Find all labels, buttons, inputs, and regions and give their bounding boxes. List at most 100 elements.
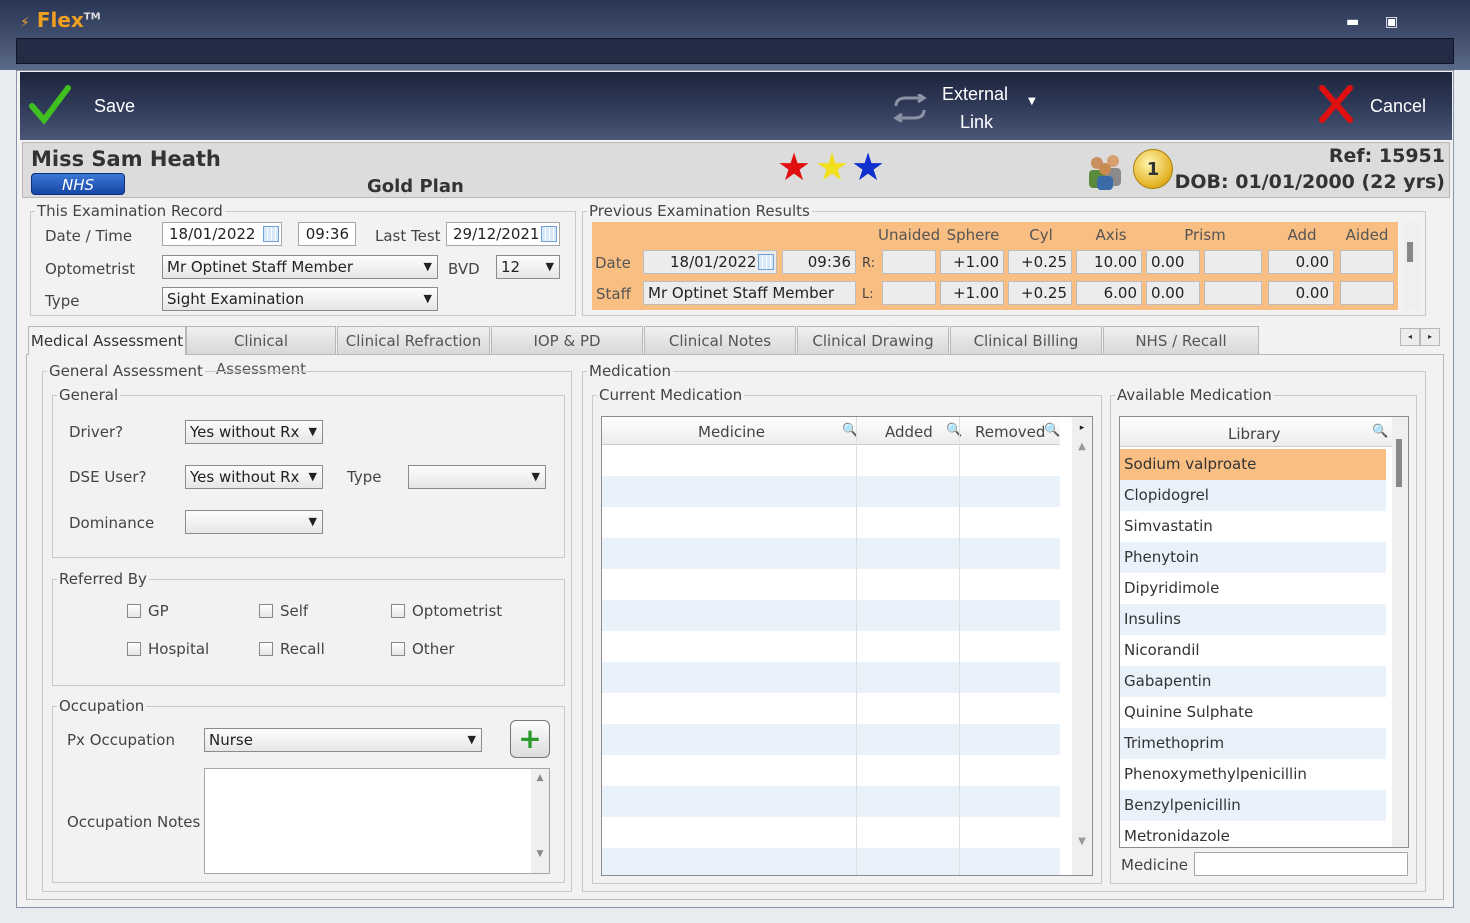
cancel-label: Cancel — [1370, 96, 1427, 116]
column-medicine[interactable]: Medicine — [698, 423, 765, 441]
optometrist-select[interactable]: Mr Optinet Staff Member — [162, 255, 438, 279]
tab-scroll-right-icon[interactable]: ▸ — [1420, 328, 1440, 346]
list-item[interactable]: Clopidogrel — [1120, 480, 1386, 511]
dse-select[interactable]: Yes without Rx — [185, 465, 323, 489]
l-prism: 0.00 — [1146, 281, 1200, 305]
external-link-button[interactable]: External Link ▼ — [890, 82, 1040, 138]
list-item[interactable]: Trimethoprim — [1120, 728, 1386, 759]
tab-clinical-drawing[interactable]: Clinical Drawing — [797, 326, 949, 354]
table-row[interactable] — [602, 507, 1060, 538]
list-item[interactable]: Gabapentin — [1120, 666, 1386, 697]
add-occupation-button[interactable]: + — [510, 720, 550, 758]
self-checkbox[interactable] — [259, 604, 273, 618]
list-item[interactable]: Simvastatin — [1120, 511, 1386, 542]
table-row[interactable] — [602, 693, 1060, 724]
list-item[interactable]: Sodium valproate — [1120, 449, 1386, 480]
maximize-icon[interactable]: ▣ — [1385, 14, 1399, 30]
trademark: TM — [83, 11, 101, 23]
tab-clinical-notes[interactable]: Clinical Notes — [644, 326, 796, 354]
minimize-icon[interactable]: ▬ — [1346, 14, 1360, 30]
header-cyl: Cyl — [1029, 226, 1053, 244]
table-row[interactable] — [602, 817, 1060, 848]
tab-medical-assessment[interactable]: Medical Assessment — [28, 326, 186, 355]
blue-star-icon: ★ — [851, 145, 886, 189]
bvd-select[interactable]: 12 — [496, 255, 560, 279]
exam-date-field[interactable]: 18/01/2022 — [162, 222, 282, 246]
sync-arrows-icon — [893, 94, 927, 122]
notes-scrollbar[interactable]: ▲ ▼ — [531, 769, 549, 873]
table-row[interactable] — [602, 600, 1060, 631]
header-prism: Prism — [1184, 226, 1226, 244]
self-label: Self — [280, 602, 309, 620]
table-row[interactable] — [602, 848, 1060, 875]
calendar-icon[interactable] — [263, 226, 279, 242]
column-removed[interactable]: Removed — [975, 423, 1045, 441]
list-item[interactable]: Dipyridimole — [1120, 573, 1386, 604]
table-row[interactable] — [602, 445, 1060, 476]
table-row[interactable] — [602, 631, 1060, 662]
tab-clinical-refraction[interactable]: Clinical Refraction — [337, 326, 490, 354]
list-item[interactable]: Metronidazole — [1120, 821, 1386, 847]
available-medication-grid[interactable]: Library 🔍 Sodium valproate Clopidogrel Sim… — [1119, 416, 1409, 848]
list-item[interactable]: Phenoxymethylpenicillin — [1120, 759, 1386, 790]
dominance-select[interactable] — [185, 510, 323, 534]
plus-icon: + — [518, 722, 542, 755]
r-axis: 10.00 — [1076, 250, 1142, 274]
exam-time-field[interactable]: 09:36 — [298, 222, 356, 246]
table-row[interactable] — [602, 569, 1060, 600]
hospital-checkbox[interactable] — [127, 642, 141, 656]
list-item[interactable]: Insulins — [1120, 604, 1386, 635]
referred-by-legend: Referred By — [59, 570, 147, 588]
last-test-field[interactable]: 29/12/2021 — [446, 222, 560, 246]
save-button[interactable]: Save — [28, 84, 138, 128]
gp-checkbox[interactable] — [127, 604, 141, 618]
exam-type-select[interactable]: Sight Examination — [162, 287, 438, 311]
table-row[interactable] — [602, 755, 1060, 786]
r-add: 0.00 — [1268, 250, 1334, 274]
other-checkbox[interactable] — [391, 642, 405, 656]
calendar-icon[interactable] — [541, 226, 557, 242]
family-group-icon[interactable] — [1083, 151, 1129, 191]
current-medication-scrollbar[interactable]: ▸ ▲ ▼ — [1072, 417, 1092, 875]
library-search-icon[interactable]: 🔍 — [1372, 424, 1388, 439]
dse-type-select[interactable] — [408, 465, 546, 489]
list-item[interactable]: Quinine Sulphate — [1120, 697, 1386, 728]
table-row[interactable] — [602, 538, 1060, 569]
tab-nhs-recall[interactable]: NHS / Recall — [1103, 326, 1259, 354]
table-row[interactable] — [602, 662, 1060, 693]
column-added[interactable]: Added — [885, 423, 933, 441]
r-sphere: +1.00 — [940, 250, 1004, 274]
removed-search-icon[interactable]: 🔍 — [1044, 423, 1060, 438]
exam-date-value: 18/01/2022 — [169, 225, 256, 243]
prev-time-field: 09:36 — [782, 250, 856, 274]
list-item[interactable]: Nicorandil — [1120, 635, 1386, 666]
table-row[interactable] — [602, 724, 1060, 755]
tab-clinical-assessment[interactable]: Clinical Assessment — [186, 326, 336, 378]
tab-clinical-billing[interactable]: Clinical Billing — [950, 326, 1102, 354]
recall-checkbox[interactable] — [259, 642, 273, 656]
tab-iop-pd[interactable]: IOP & PD — [491, 326, 643, 354]
optometrist-checkbox[interactable] — [391, 604, 405, 618]
driver-select[interactable]: Yes without Rx — [185, 420, 323, 444]
list-item[interactable]: Benzylpenicillin — [1120, 790, 1386, 821]
app-logo: ⚡ FlexTM — [20, 8, 101, 32]
current-medication-grid[interactable]: Medicine 🔍 Added 🔍 Removed 🔍 ▸ ▲ ▼ — [601, 416, 1093, 876]
table-row[interactable] — [602, 786, 1060, 817]
driver-label: Driver? — [69, 423, 124, 441]
column-library[interactable]: Library — [1228, 425, 1280, 443]
library-scrollbar[interactable] — [1392, 417, 1408, 847]
tab-scroll-left-icon[interactable]: ◂ — [1400, 328, 1420, 346]
prev-exam-scrollbar[interactable] — [1404, 222, 1420, 310]
occupation-notes-textarea[interactable]: ▲ ▼ — [204, 768, 550, 874]
header-axis: Axis — [1095, 226, 1127, 244]
medicine-search-input[interactable] — [1194, 852, 1408, 876]
toolbar: Save External Link ▼ Cancel — [20, 72, 1452, 140]
list-item[interactable]: Phenytoin — [1120, 542, 1386, 573]
column-divider — [856, 417, 857, 875]
external-label-1: External — [942, 84, 1009, 104]
cancel-button[interactable]: Cancel — [1316, 84, 1436, 128]
px-occupation-select[interactable]: Nurse — [204, 728, 482, 752]
bvd-label: BVD — [448, 260, 480, 278]
external-label-2: Link — [960, 112, 994, 132]
table-row[interactable] — [602, 476, 1060, 507]
